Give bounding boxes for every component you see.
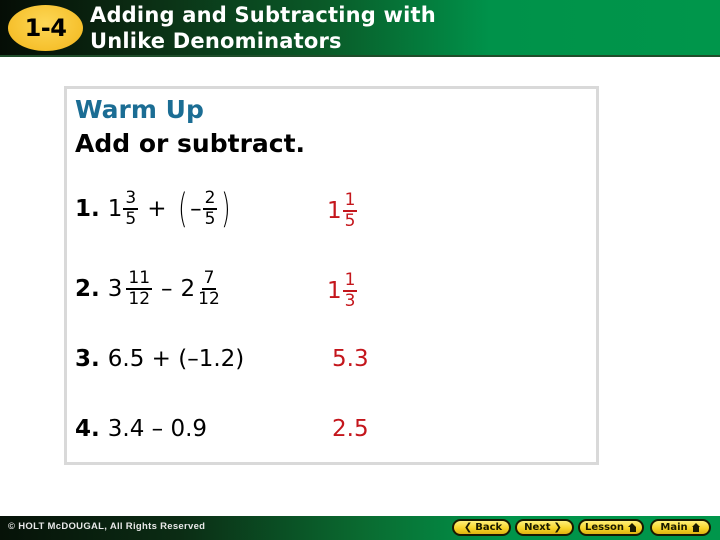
problem-number: 4. xyxy=(75,416,100,442)
lesson-title-line1: Adding and Subtracting with xyxy=(90,3,436,27)
main-button[interactable]: Main xyxy=(650,519,711,536)
answer-2: 1 1 3 xyxy=(327,271,358,311)
answer-fraction: 1 3 xyxy=(342,270,358,311)
fraction: 3 5 xyxy=(123,188,139,229)
warm-up-heading: Warm Up xyxy=(75,95,204,124)
answer-fraction: 1 5 xyxy=(342,190,358,231)
numerator: 3 xyxy=(123,188,139,210)
header-bar: 1-4 Adding and Subtracting with Unlike D… xyxy=(0,0,720,57)
chevron-right-icon: ❯ xyxy=(553,522,562,533)
answer-3: 5.3 xyxy=(332,346,369,372)
main-label: Main xyxy=(660,522,688,533)
lesson-number: 1-4 xyxy=(24,14,67,42)
answer-whole: 1 xyxy=(327,198,342,224)
mixed-whole: 2 xyxy=(180,276,196,302)
mixed-whole: 1 xyxy=(107,196,123,222)
denominator: 12 xyxy=(128,289,151,309)
lesson-title-line2: Unlike Denominators xyxy=(90,29,342,53)
fraction: 2 5 xyxy=(202,188,218,229)
footer-bar: © HOLT McDOUGAL, All Rights Reserved ❮ B… xyxy=(0,516,720,540)
answer-1: 1 1 5 xyxy=(327,191,358,231)
problem-number: 1. xyxy=(75,196,100,222)
problem-4: 4. 3.4 – 0.9 xyxy=(75,416,207,442)
problem-2: 2. 3 11 12 – 2 7 12 xyxy=(75,269,223,309)
close-paren: ) xyxy=(221,186,231,232)
next-button[interactable]: Next ❯ xyxy=(515,519,574,536)
denominator: 5 xyxy=(204,209,216,229)
numerator: 2 xyxy=(202,188,218,210)
lesson-number-badge: 1-4 xyxy=(8,5,83,51)
numerator: 1 xyxy=(342,190,358,212)
answer-whole: 1 xyxy=(327,278,342,304)
denominator: 3 xyxy=(344,291,356,311)
operator: – xyxy=(161,276,173,302)
problem-number: 2. xyxy=(75,276,100,302)
back-button[interactable]: ❮ Back xyxy=(452,519,511,536)
open-paren: ( xyxy=(177,186,187,232)
expression: 6.5 + (–1.2) xyxy=(107,346,245,372)
copyright-text: © HOLT McDOUGAL, All Rights Reserved xyxy=(8,521,206,532)
lesson-button[interactable]: Lesson xyxy=(578,519,644,536)
problem-3: 3. 6.5 + (–1.2) xyxy=(75,346,244,372)
chevron-left-icon: ❮ xyxy=(463,522,473,533)
answer-value: 2.5 xyxy=(332,416,369,442)
problem-1: 1. 1 3 5 + ( – 2 5 ) xyxy=(75,186,234,232)
answer-4: 2.5 xyxy=(332,416,369,442)
operator: + xyxy=(147,196,167,222)
next-label: Next xyxy=(524,522,551,533)
fraction: 7 12 xyxy=(196,269,222,309)
back-label: Back xyxy=(475,522,503,533)
instruction-text: Add or subtract. xyxy=(75,129,306,158)
mixed-whole: 3 xyxy=(107,276,123,302)
numerator: 7 xyxy=(201,268,217,290)
numerator: 11 xyxy=(126,268,153,290)
home-icon xyxy=(628,523,637,532)
negative-sign: – xyxy=(190,196,202,222)
lesson-title: Adding and Subtracting with Unlike Denom… xyxy=(90,2,436,54)
expression: 3.4 – 0.9 xyxy=(107,416,208,442)
denominator: 12 xyxy=(198,289,220,309)
answer-value: 5.3 xyxy=(332,346,369,372)
lesson-label: Lesson xyxy=(584,522,625,533)
fraction: 11 12 xyxy=(126,268,153,309)
denominator: 5 xyxy=(125,209,137,229)
denominator: 5 xyxy=(344,211,356,231)
home-icon xyxy=(691,523,701,532)
problem-number: 3. xyxy=(75,346,100,372)
numerator: 1 xyxy=(342,270,358,292)
warm-up-panel: Warm Up Add or subtract. 1. 1 3 5 + ( – … xyxy=(64,86,599,465)
